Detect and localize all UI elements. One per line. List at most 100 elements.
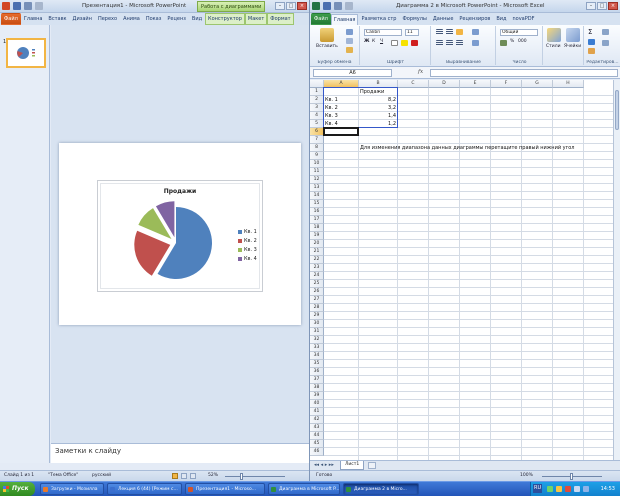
align-right-icon[interactable] [456, 40, 463, 46]
legend-entry[interactable]: Кв. 1 [238, 227, 257, 236]
tab-slideshow[interactable]: Показ [143, 13, 165, 25]
tab-home[interactable]: Главная [330, 14, 359, 25]
align-bottom-icon[interactable] [456, 29, 463, 35]
italic-icon[interactable]: К [372, 39, 375, 44]
row-header[interactable]: 9 [310, 152, 324, 160]
row-header[interactable]: 10 [310, 160, 324, 168]
clear-icon[interactable] [588, 48, 595, 54]
row-header[interactable]: 42 [310, 416, 324, 424]
merge-cells-icon[interactable] [472, 40, 479, 46]
slide-sorter-icon[interactable] [181, 473, 187, 479]
cell-b8[interactable]: Для изменения диапазона данных диаграммы… [360, 144, 575, 152]
paste-icon[interactable] [320, 28, 334, 42]
normal-view-icon[interactable] [172, 473, 178, 479]
row-header[interactable]: 8 [310, 144, 324, 152]
zoom-slider[interactable] [225, 476, 285, 477]
notes-pane[interactable]: Заметки к слайду [51, 443, 309, 463]
row-header[interactable]: 29 [310, 312, 324, 320]
formula-input[interactable] [430, 69, 618, 77]
format-painter-icon[interactable] [346, 47, 353, 53]
row-header[interactable]: 25 [310, 280, 324, 288]
tab-insert[interactable]: Вставк [45, 13, 69, 25]
legend-entry[interactable]: Кв. 3 [238, 245, 257, 254]
copy-icon[interactable] [346, 38, 353, 44]
row-header[interactable]: 22 [310, 256, 324, 264]
zoom-slider-thumb[interactable] [240, 473, 243, 480]
chart-legend[interactable]: Кв. 1 Кв. 2 Кв. 3 Кв. 4 [238, 227, 257, 263]
insert-sheet-icon[interactable] [368, 462, 376, 469]
minimize-icon[interactable]: – [586, 2, 596, 10]
tray-app-icon[interactable] [547, 486, 553, 492]
row-header[interactable]: 30 [310, 320, 324, 328]
tab-formulas[interactable]: Формулы [399, 13, 429, 25]
row-header[interactable]: 11 [310, 168, 324, 176]
cells-button-label[interactable]: Ячейки [564, 44, 581, 49]
tab-view[interactable]: Вид [493, 13, 509, 25]
zoom-level[interactable]: 52% [208, 473, 218, 478]
borders-icon[interactable] [391, 40, 398, 46]
row-header[interactable]: 32 [310, 336, 324, 344]
close-icon[interactable]: × [608, 2, 618, 10]
row-header[interactable]: 6 [310, 128, 324, 136]
tab-file[interactable]: Файл [311, 13, 331, 25]
column-header[interactable]: H [553, 80, 584, 88]
sheet-tab-sheet1[interactable]: Лист1 [340, 461, 365, 470]
autosum-icon[interactable]: Σ [588, 28, 592, 36]
align-top-icon[interactable] [436, 29, 443, 35]
row-header[interactable]: 26 [310, 288, 324, 296]
row-header[interactable]: 19 [310, 232, 324, 240]
zoom-slider-thumb[interactable] [570, 473, 573, 480]
tab-chart-layout[interactable]: Макет [244, 13, 268, 25]
row-header[interactable]: 35 [310, 360, 324, 368]
tray-app-icon[interactable] [565, 486, 571, 492]
tab-page-layout[interactable]: Разметка стр [358, 13, 399, 25]
chart-object[interactable]: Продажи Кв. 1 Кв. 2 Кв. 3 Кв. 4 [97, 180, 263, 292]
tab-design[interactable]: Дизайн [70, 13, 95, 25]
fill-color-icon[interactable] [401, 40, 408, 46]
tab-data[interactable]: Данные [430, 13, 457, 25]
tab-review[interactable]: Реценз [164, 13, 189, 25]
row-header[interactable]: 15 [310, 200, 324, 208]
scrollbar-thumb[interactable] [615, 90, 619, 130]
tray-app-icon[interactable] [556, 486, 562, 492]
name-box[interactable]: A6 [313, 69, 392, 77]
column-header[interactable]: C [398, 80, 429, 88]
row-header[interactable]: 31 [310, 328, 324, 336]
powerpoint-logo-icon[interactable] [2, 2, 10, 10]
fx-icon[interactable]: fx [418, 69, 423, 75]
row-header[interactable]: 20 [310, 240, 324, 248]
paste-button-label[interactable]: Вставить [316, 44, 338, 49]
select-all-corner[interactable] [310, 80, 324, 88]
task-chart2-excel[interactable]: Диаграмма 2 в Micro... [343, 483, 419, 495]
vertical-scrollbar[interactable] [613, 80, 620, 460]
row-header[interactable]: 13 [310, 184, 324, 192]
align-middle-icon[interactable] [446, 29, 453, 35]
find-select-icon[interactable] [602, 40, 609, 46]
number-format-combo[interactable]: Общий [500, 29, 538, 36]
task-presentation[interactable]: Презентация1 - Microso... [185, 483, 265, 495]
bold-icon[interactable]: Ж [364, 39, 370, 44]
excel-logo-icon[interactable] [312, 2, 320, 10]
row-header[interactable]: 5 [310, 120, 324, 128]
row-header[interactable]: 18 [310, 224, 324, 232]
row-header[interactable]: 37 [310, 376, 324, 384]
save-icon[interactable] [13, 2, 21, 10]
styles-button-label[interactable]: Стили [546, 44, 561, 49]
font-color-icon[interactable] [411, 40, 418, 46]
zoom-level[interactable]: 100% [520, 473, 533, 478]
row-header[interactable]: 12 [310, 176, 324, 184]
styles-icon[interactable] [547, 28, 561, 42]
cut-icon[interactable] [346, 29, 353, 35]
row-header[interactable]: 7 [310, 136, 324, 144]
slide-canvas[interactable]: Продажи Кв. 1 Кв. 2 Кв. 3 Кв. 4 [59, 143, 301, 325]
tab-view[interactable]: Вид [189, 13, 205, 25]
row-header[interactable]: 34 [310, 352, 324, 360]
row-header[interactable]: 41 [310, 408, 324, 416]
tab-home[interactable]: Главна [21, 13, 46, 25]
task-chart-ppt[interactable]: Диаграмма в Microsoft P... [268, 483, 340, 495]
tab-novapdf[interactable]: novaPDF [510, 13, 538, 25]
row-header[interactable]: 21 [310, 248, 324, 256]
row-header[interactable]: 39 [310, 392, 324, 400]
legend-entry[interactable]: Кв. 2 [238, 236, 257, 245]
minimize-icon[interactable]: – [275, 2, 285, 10]
